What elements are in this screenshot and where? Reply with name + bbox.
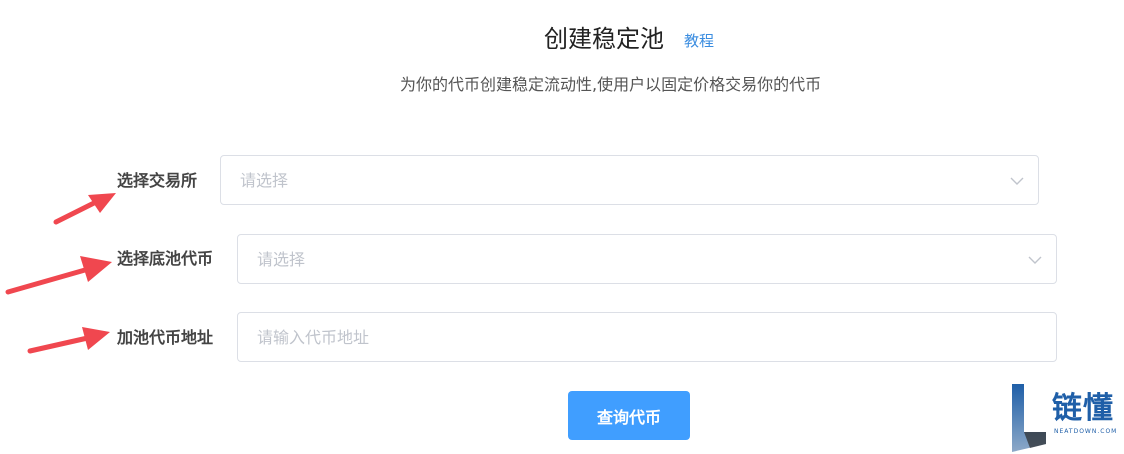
query-token-button[interactable]: 查询代币 [568,391,690,440]
page-title: 创建稳定池 [544,25,664,53]
exchange-select[interactable]: 请选择 [220,155,1039,205]
red-arrow-icon [5,256,112,295]
pool-token-address-placeholder: 请输入代币地址 [257,328,370,347]
brand-logo-icon [1012,384,1046,452]
red-arrow-icon [27,327,110,354]
exchange-label: 选择交易所 [117,171,198,190]
chevron-down-icon [1010,177,1024,185]
pool-token-address-input[interactable]: 请输入代币地址 [237,312,1057,362]
red-arrow-icon [53,193,116,225]
create-stable-pool-page: 创建稳定池 教程 为你的代币创建稳定流动性,使用户以固定价格交易你的代币 选择交… [0,0,1124,454]
pool-token-address-label: 加池代币地址 [117,328,214,347]
base-token-select-placeholder: 请选择 [257,250,306,269]
chevron-down-icon [1028,256,1042,264]
watermark-logo: 链懂 NEATDOWN.COM [1010,384,1120,454]
base-token-label: 选择底池代币 [117,249,214,268]
tutorial-link[interactable]: 教程 [684,31,714,51]
page-subtitle: 为你的代币创建稳定流动性,使用户以固定价格交易你的代币 [400,75,822,94]
watermark-domain: NEATDOWN.COM [1054,428,1118,435]
watermark-brand: 链懂 [1052,391,1114,426]
exchange-select-placeholder: 请选择 [240,171,289,190]
base-token-select[interactable]: 请选择 [237,234,1057,284]
